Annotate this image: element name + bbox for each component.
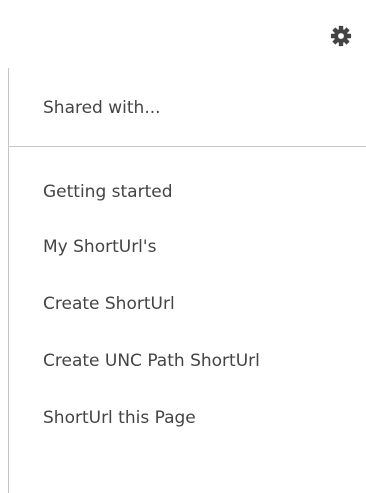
menu-divider: [9, 146, 366, 147]
gear-icon: [330, 25, 352, 47]
menu-item-create-shorturl[interactable]: Create ShortUrl: [43, 284, 366, 324]
menu-item-my-shorturls[interactable]: My ShortUrl's: [43, 227, 366, 267]
menu-item-getting-started[interactable]: Getting started: [43, 172, 366, 212]
settings-button[interactable]: [326, 21, 356, 51]
menu-item-create-unc-path-shorturl[interactable]: Create UNC Path ShortUrl: [43, 341, 366, 381]
settings-panel: Shared with... Getting started My ShortU…: [0, 0, 366, 493]
menu-item-shared-with[interactable]: Shared with...: [43, 88, 366, 128]
settings-menu: Shared with... Getting started My ShortU…: [8, 68, 366, 493]
menu-item-shorturl-this-page[interactable]: ShortUrl this Page: [43, 398, 366, 438]
